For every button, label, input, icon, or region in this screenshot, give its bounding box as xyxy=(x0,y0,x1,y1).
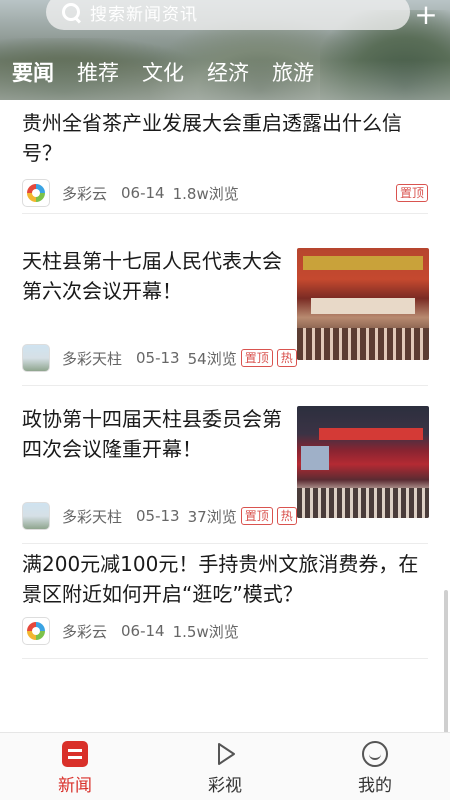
news-title: 满200元减100元！手持贵州文旅消费券，在景区附近如何开启“逛吃”模式？ xyxy=(22,552,419,606)
divider xyxy=(22,543,428,544)
divider xyxy=(22,658,428,659)
news-feed: 贵州全省茶产业发展大会重启透露出什么信号？ 多彩云 06-14 1.8w浏览 置… xyxy=(0,100,450,760)
nav-video[interactable]: 彩视 xyxy=(150,733,300,800)
news-date: 05-13 xyxy=(136,349,180,367)
bottom-nav: 新闻 彩视 我的 xyxy=(0,732,450,800)
news-views: 54浏览 xyxy=(187,349,237,368)
news-meta: 多彩天柱 05-13 37浏览 置顶 热 xyxy=(22,502,297,530)
hot-badge: 热 xyxy=(276,349,297,367)
nav-video-label: 彩视 xyxy=(208,776,242,796)
news-thumbnail xyxy=(297,248,429,360)
nav-news-label: 新闻 xyxy=(58,776,92,796)
news-meta: 多彩天柱 05-13 54浏览 置顶 热 xyxy=(22,344,297,372)
news-title: 政协第十四届天柱县委员会第四次会议隆重开幕！ xyxy=(22,407,282,461)
news-title: 贵州全省茶产业发展大会重启透露出什么信号？ xyxy=(22,111,402,165)
news-thumbnail xyxy=(297,406,429,518)
divider xyxy=(22,385,428,386)
news-icon xyxy=(62,741,88,767)
search-placeholder: 搜索新闻资讯 xyxy=(90,4,198,25)
thumbnail-audience xyxy=(297,488,429,518)
tab-tuijian[interactable]: 推荐 xyxy=(77,57,119,87)
news-meta: 多彩云 06-14 1.5w浏览 xyxy=(22,617,239,645)
thumbnail-stage xyxy=(311,298,415,314)
source-logo-icon xyxy=(22,179,50,207)
divider xyxy=(22,213,428,214)
news-source: 多彩云 xyxy=(62,622,108,641)
header: 搜索新闻资讯 要闻 推荐 文化 经济 旅游 + xyxy=(0,0,450,100)
nav-profile[interactable]: 我的 xyxy=(300,733,450,800)
thumbnail-audience xyxy=(297,328,429,360)
news-date: 06-14 xyxy=(121,184,165,202)
search-icon xyxy=(60,1,82,23)
tab-yaowen[interactable]: 要闻 xyxy=(12,57,54,87)
thumbnail-banner xyxy=(319,428,423,440)
news-item[interactable]: 满200元减100元！手持贵州文旅消费券，在景区附近如何开启“逛吃”模式？ 多彩… xyxy=(22,549,428,659)
news-date: 05-13 xyxy=(136,507,180,525)
news-source: 多彩云 xyxy=(62,184,108,203)
play-icon xyxy=(218,743,235,765)
profile-icon xyxy=(362,741,388,767)
news-views: 1.8w浏览 xyxy=(172,184,239,203)
tab-wenhua[interactable]: 文化 xyxy=(142,57,184,87)
news-views: 1.5w浏览 xyxy=(172,622,239,641)
news-source: 多彩天柱 xyxy=(62,507,123,526)
pinned-badge: 置顶 xyxy=(240,349,273,367)
pinned-badge: 置顶 xyxy=(395,184,428,202)
tab-lvyou[interactable]: 旅游 xyxy=(272,57,314,87)
source-logo-icon xyxy=(22,617,50,645)
news-item[interactable]: 天柱县第十七届人民代表大会第六次会议开幕！ 多彩天柱 05-13 54浏览 置顶… xyxy=(22,240,429,372)
nav-profile-label: 我的 xyxy=(358,776,392,796)
nav-news[interactable]: 新闻 xyxy=(0,733,150,800)
add-tab-button[interactable]: + xyxy=(414,0,438,32)
thumbnail-banner xyxy=(303,256,423,270)
news-item[interactable]: 政协第十四届天柱县委员会第四次会议隆重开幕！ 多彩天柱 05-13 37浏览 置… xyxy=(22,400,429,530)
news-views: 37浏览 xyxy=(187,507,237,526)
search-bar[interactable]: 搜索新闻资讯 xyxy=(46,0,410,30)
news-date: 06-14 xyxy=(121,622,165,640)
source-logo-icon xyxy=(22,502,50,530)
hot-badge: 热 xyxy=(276,507,297,525)
source-logo-icon xyxy=(22,344,50,372)
news-item[interactable]: 贵州全省茶产业发展大会重启透露出什么信号？ 多彩云 06-14 1.8w浏览 置… xyxy=(22,108,428,216)
news-source: 多彩天柱 xyxy=(62,349,123,368)
tab-jingji[interactable]: 经济 xyxy=(207,57,249,87)
pinned-badge: 置顶 xyxy=(240,507,273,525)
thumbnail-screen xyxy=(301,446,329,470)
news-meta: 多彩云 06-14 1.8w浏览 置顶 xyxy=(22,179,428,207)
category-tabs: 要闻 推荐 文化 经济 旅游 xyxy=(0,56,450,88)
news-title: 天柱县第十七届人民代表大会第六次会议开幕！ xyxy=(22,249,282,303)
